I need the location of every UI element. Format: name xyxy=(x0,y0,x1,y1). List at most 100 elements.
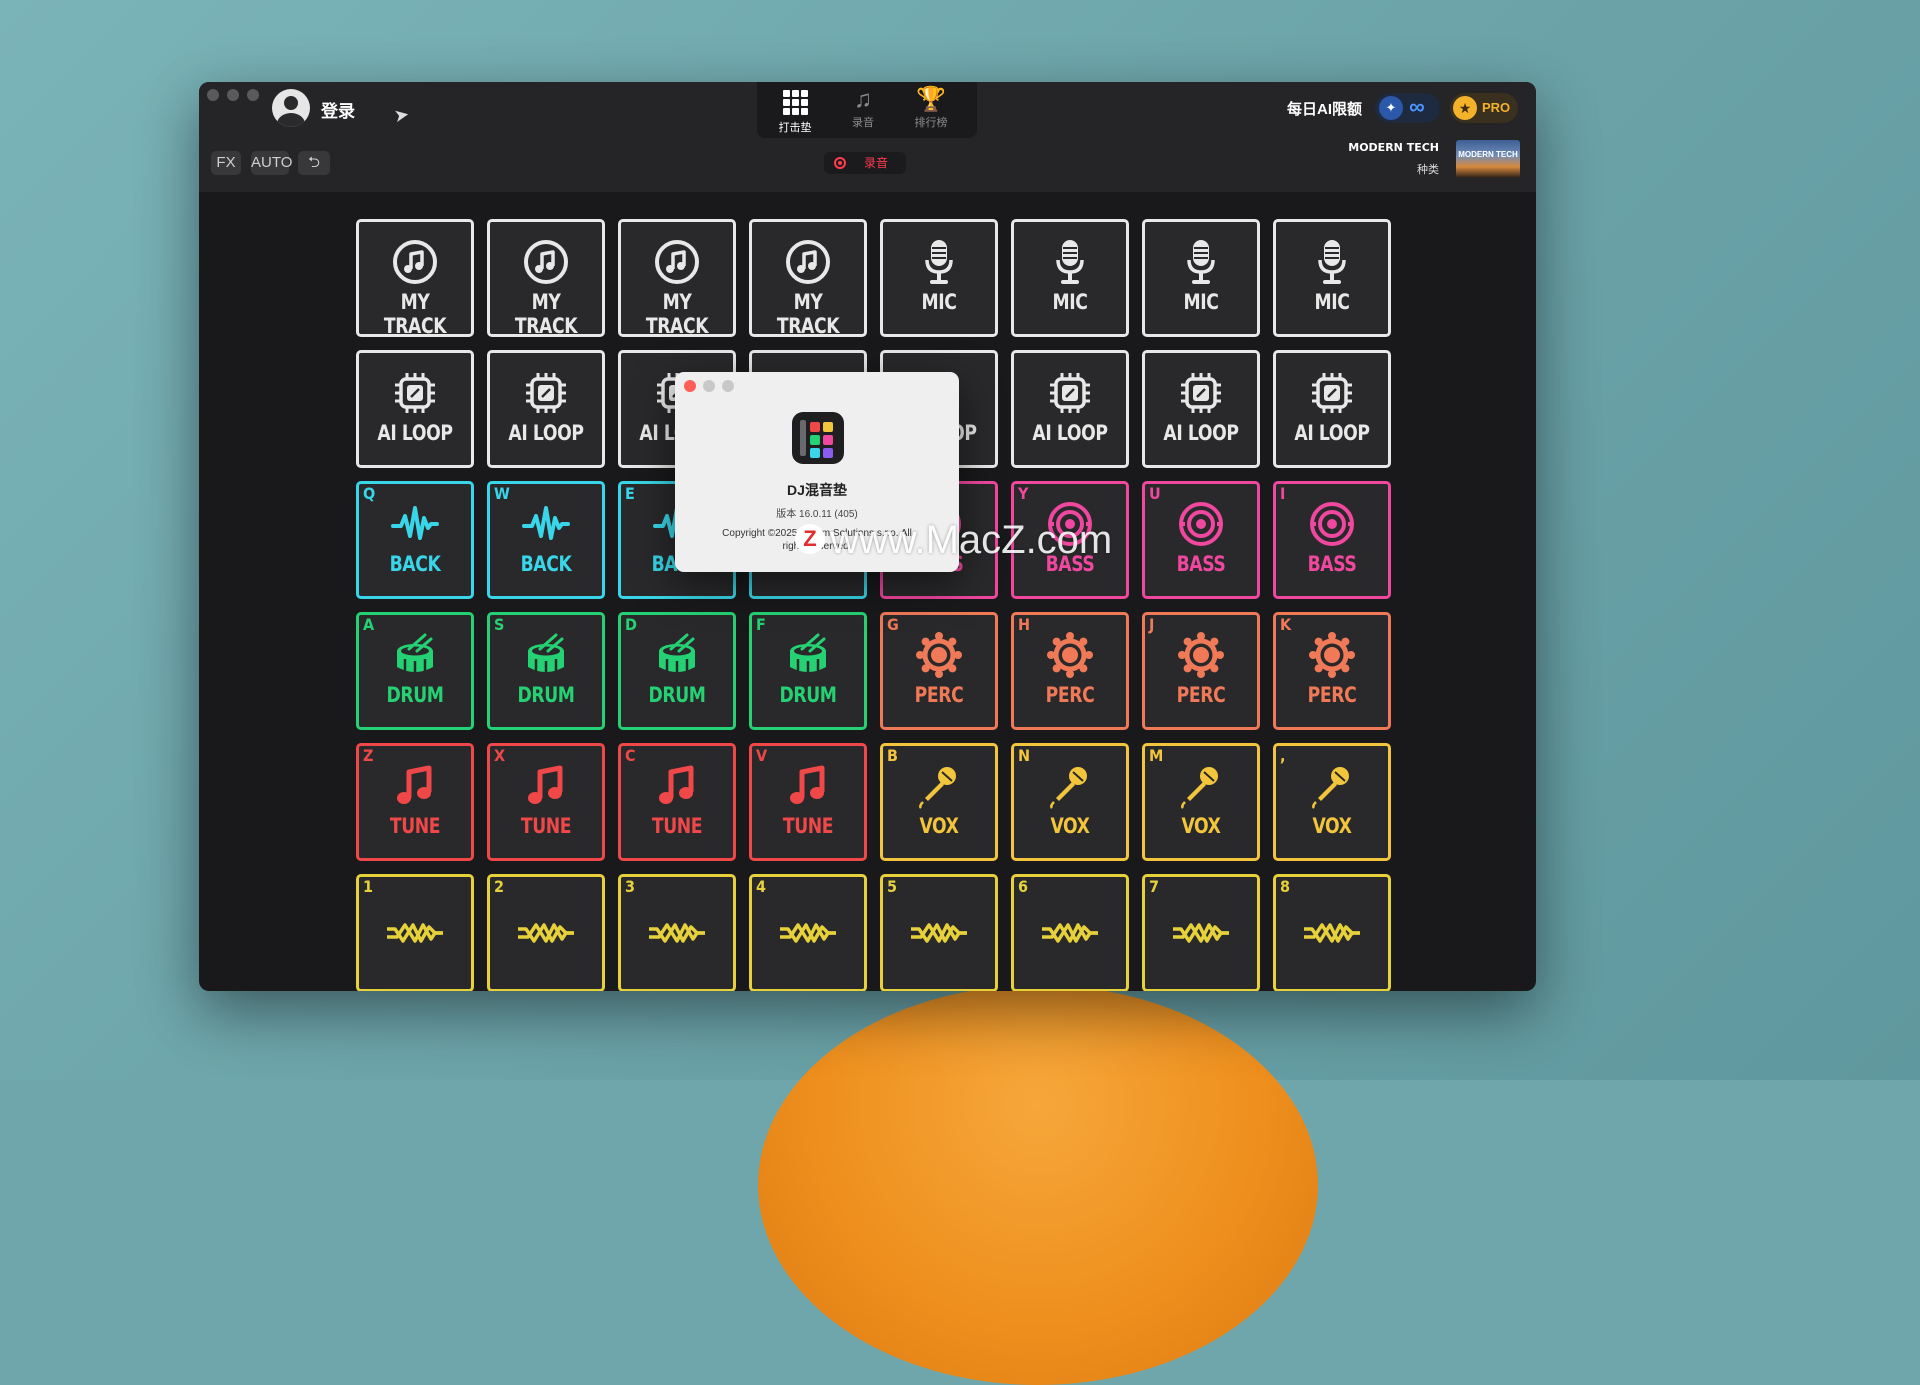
speaker-icon xyxy=(1145,500,1257,548)
pad-key-i[interactable]: I BASS xyxy=(1273,481,1391,599)
pad-key-u[interactable]: U BASS xyxy=(1142,481,1260,599)
about-app-name: DJ混音垫 xyxy=(787,482,847,498)
tab-pads[interactable]: 打击垫 xyxy=(765,86,825,135)
pad-key-m[interactable]: M VOX xyxy=(1142,743,1260,861)
pad-key-h[interactable]: H PERC xyxy=(1011,612,1129,730)
pad-label: VOX xyxy=(919,814,959,838)
handheld-mic-icon xyxy=(883,762,995,810)
pad-key-8[interactable]: 8 xyxy=(1273,874,1391,991)
pad-key-b[interactable]: B VOX xyxy=(880,743,998,861)
pad-row0-col6[interactable]: MIC xyxy=(1142,219,1260,337)
pad-row1-col7[interactable]: AI LOOP xyxy=(1273,350,1391,468)
pad-key-d[interactable]: D DRUM xyxy=(618,612,736,730)
pad-label: TUNE xyxy=(389,814,441,838)
orange-fruit-image xyxy=(758,985,1318,1385)
ai-quota-value: ∞ xyxy=(1409,94,1425,119)
pad-row0-col1[interactable]: MY TRACK xyxy=(487,219,605,338)
pad-key-c[interactable]: C TUNE xyxy=(618,743,736,861)
ai-chip-icon xyxy=(1276,369,1388,417)
close-window-button[interactable] xyxy=(207,89,219,101)
pad-key-f[interactable]: F DRUM xyxy=(749,612,867,730)
music-note-circle-icon xyxy=(621,238,733,286)
ai-quota-badge[interactable]: ✦ ∞ xyxy=(1375,93,1440,123)
fx-wave-icon xyxy=(1276,909,1388,957)
ai-chip-icon xyxy=(1145,369,1257,417)
pad-key-6[interactable]: 6 xyxy=(1011,874,1129,991)
auto-button[interactable]: AUTO xyxy=(251,151,292,175)
pad-key-3[interactable]: 3 xyxy=(618,874,736,991)
dialog-minimize-button[interactable] xyxy=(703,380,715,392)
app-icon xyxy=(792,412,844,464)
music-notes-icon: ♫ xyxy=(854,86,872,113)
pad-label: MIC xyxy=(921,290,957,314)
tab-recordings[interactable]: ♫ 录音 xyxy=(833,86,893,130)
pad-row0-col0[interactable]: MY TRACK xyxy=(356,219,474,338)
undo-button[interactable]: ⮌ xyxy=(298,151,330,175)
pad-label: AI LOOP xyxy=(1163,421,1239,445)
pro-badge[interactable]: ★ PRO xyxy=(1450,93,1518,123)
handheld-mic-icon xyxy=(1276,762,1388,810)
pad-row1-col0[interactable]: AI LOOP xyxy=(356,350,474,468)
pad-key-comma[interactable]: , VOX xyxy=(1273,743,1391,861)
pad-row1-col1[interactable]: AI LOOP xyxy=(487,350,605,468)
tab-leaderboard[interactable]: 🏆 排行榜 xyxy=(901,86,961,130)
pad-key-n[interactable]: N VOX xyxy=(1011,743,1129,861)
pad-label: MY TRACK xyxy=(645,290,709,338)
microphone-icon xyxy=(1014,238,1126,286)
pad-key-s[interactable]: S DRUM xyxy=(487,612,605,730)
pad-row0-col4[interactable]: MIC xyxy=(880,219,998,337)
record-button[interactable]: 录音 xyxy=(824,152,906,174)
pad-key-2[interactable]: 2 xyxy=(487,874,605,991)
pad-key-5[interactable]: 5 xyxy=(880,874,998,991)
pad-label: DRUM xyxy=(386,683,444,707)
tab-label: 打击垫 xyxy=(778,122,812,134)
genre-name[interactable]: MODERN TECH xyxy=(1311,141,1439,154)
zoom-window-button[interactable] xyxy=(247,89,259,101)
login-button[interactable]: 登录 xyxy=(321,97,355,122)
dialog-close-button[interactable] xyxy=(684,380,696,392)
trophy-icon: 🏆 xyxy=(916,86,946,113)
pad-label: MY TRACK xyxy=(383,290,447,338)
pad-key-z[interactable]: Z TUNE xyxy=(356,743,474,861)
pad-label: TUNE xyxy=(651,814,703,838)
pad-row0-col2[interactable]: MY TRACK xyxy=(618,219,736,338)
genre-thumbnail[interactable]: MODERN TECH xyxy=(1456,140,1520,178)
pad-key-w[interactable]: W BACK xyxy=(487,481,605,599)
waveform-icon xyxy=(359,500,471,548)
pad-key-v[interactable]: V TUNE xyxy=(749,743,867,861)
pad-key-7[interactable]: 7 xyxy=(1142,874,1260,991)
pad-key-q[interactable]: Q BACK xyxy=(356,481,474,599)
pad-key-x[interactable]: X TUNE xyxy=(487,743,605,861)
pad-label: PERC xyxy=(1176,683,1226,707)
fx-button[interactable]: FX xyxy=(211,151,241,175)
microphone-icon xyxy=(1276,238,1388,286)
pad-key-g[interactable]: G PERC xyxy=(880,612,998,730)
pad-hotkey: 5 xyxy=(887,877,898,896)
pad-label: AI LOOP xyxy=(1294,421,1370,445)
pad-row0-col5[interactable]: MIC xyxy=(1011,219,1129,337)
drum-icon xyxy=(490,631,602,679)
pad-label: AI LOOP xyxy=(377,421,453,445)
speaker-icon xyxy=(1276,500,1388,548)
pad-label: PERC xyxy=(1045,683,1095,707)
pad-row1-col5[interactable]: AI LOOP xyxy=(1011,350,1129,468)
fx-wave-icon xyxy=(752,909,864,957)
minimize-window-button[interactable] xyxy=(227,89,239,101)
undo-icon: ⮌ xyxy=(307,154,320,171)
music-note-icon xyxy=(621,762,733,810)
pad-key-j[interactable]: J PERC xyxy=(1142,612,1260,730)
tambourine-icon xyxy=(883,631,995,679)
pad-row0-col7[interactable]: MIC xyxy=(1273,219,1391,337)
pad-row1-col6[interactable]: AI LOOP xyxy=(1142,350,1260,468)
dialog-zoom-button[interactable] xyxy=(722,380,734,392)
user-avatar-icon[interactable] xyxy=(272,89,310,127)
pad-key-a[interactable]: A DRUM xyxy=(356,612,474,730)
pad-label: PERC xyxy=(914,683,964,707)
pad-hotkey: 4 xyxy=(756,877,767,896)
pad-key-4[interactable]: 4 xyxy=(749,874,867,991)
music-note-circle-icon xyxy=(359,238,471,286)
pad-key-k[interactable]: K PERC xyxy=(1273,612,1391,730)
pad-row0-col3[interactable]: MY TRACK xyxy=(749,219,867,338)
pad-key-1[interactable]: 1 xyxy=(356,874,474,991)
grid-icon xyxy=(782,90,808,115)
